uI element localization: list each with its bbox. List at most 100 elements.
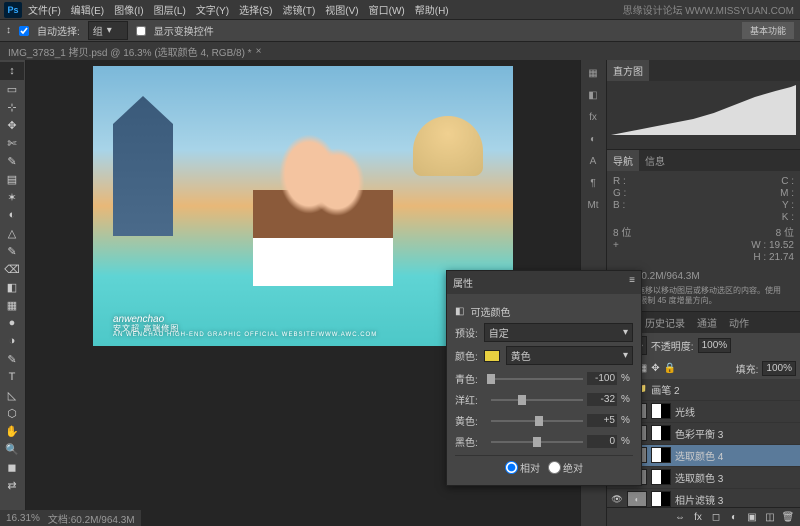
tab-histogram[interactable]: 直方图 [607, 60, 649, 81]
slider-track[interactable] [491, 420, 583, 422]
character-icon[interactable]: A [583, 152, 603, 170]
layer-row[interactable]: 👁◐相片滤镜 3 [607, 489, 800, 507]
tool-4[interactable]: ✄ [0, 134, 24, 152]
adjustments-icon[interactable]: ◐ [583, 130, 603, 148]
relative-radio[interactable]: 相对 [505, 460, 540, 475]
tool-17[interactable]: T [0, 368, 24, 386]
tab-nav[interactable]: 导航 [607, 150, 639, 171]
tool-6[interactable]: ▤ [0, 170, 24, 188]
mask-thumb[interactable] [651, 447, 671, 463]
menu-image[interactable]: 图像(I) [110, 0, 147, 19]
mask-thumb[interactable] [651, 491, 671, 507]
tool-13[interactable]: ▦ [0, 296, 24, 314]
workspace-switcher[interactable]: 基本功能 [742, 22, 794, 39]
opacity-input[interactable]: 100% [698, 338, 732, 353]
styles-icon[interactable]: fx [583, 108, 603, 126]
tool-10[interactable]: ✎ [0, 242, 24, 260]
fill-input[interactable]: 100% [762, 361, 796, 376]
zoom-level[interactable]: 16.31% [6, 513, 40, 524]
slider-track[interactable] [491, 441, 583, 443]
tool-5[interactable]: ✎ [0, 152, 24, 170]
tool-7[interactable]: ✶ [0, 188, 24, 206]
new-layer-icon[interactable]: ◫ [762, 510, 778, 524]
layers-footer: ⇔ fx ◻ ◐ ▣ ◫ 🗑 [607, 507, 800, 526]
adjustment-layer-icon[interactable]: ◐ [726, 510, 742, 524]
slider-track[interactable] [491, 378, 583, 380]
menu-help[interactable]: 帮助(H) [411, 0, 453, 19]
tool-8[interactable]: ◐ [0, 206, 24, 224]
link-layers-icon[interactable]: ⇔ [672, 510, 688, 524]
slider-row: 青色:-100% [455, 371, 633, 386]
tab-history[interactable]: 历史记录 [639, 312, 691, 333]
doc-size: 文档:60.2M/964.3M [48, 511, 135, 526]
layer-group-icon[interactable]: ▣ [744, 510, 760, 524]
slider-value[interactable]: -32 [587, 393, 617, 406]
menu-view[interactable]: 视图(V) [321, 0, 362, 19]
tool-12[interactable]: ◧ [0, 278, 24, 296]
visibility-icon[interactable]: 👁 [611, 493, 623, 505]
tool-3[interactable]: ✥ [0, 116, 24, 134]
delete-layer-icon[interactable]: 🗑 [780, 510, 796, 524]
menu-type[interactable]: 文字(Y) [192, 0, 233, 19]
mask-thumb[interactable] [651, 425, 671, 441]
tab-channels[interactable]: 通道 [691, 312, 723, 333]
tool-9[interactable]: △ [0, 224, 24, 242]
preset-dropdown[interactable]: 自定▾ [484, 323, 633, 342]
slider-value[interactable]: -100 [587, 372, 617, 385]
status-bar: 16.31% 文档:60.2M/964.3M [0, 510, 141, 526]
layer-name: 画笔 2 [651, 382, 679, 397]
tool-18[interactable]: ◺ [0, 386, 24, 404]
layer-name: 光线 [675, 404, 695, 419]
auto-select-dropdown[interactable]: 组▾ [88, 21, 128, 40]
selective-color-icon: ◧ [455, 306, 464, 317]
tool-16[interactable]: ✎ [0, 350, 24, 368]
tool-2[interactable]: ⊹ [0, 98, 24, 116]
panel-menu-icon[interactable]: ≡ [629, 275, 635, 290]
slider-value[interactable]: +5 [587, 414, 617, 427]
absolute-radio[interactable]: 绝对 [548, 460, 583, 475]
tool-20[interactable]: ✋ [0, 422, 24, 440]
menu-layer[interactable]: 图层(L) [150, 0, 190, 19]
color-icon[interactable]: ◧ [583, 86, 603, 104]
paragraph-icon[interactable]: ¶ [583, 174, 603, 192]
tool-1[interactable]: ▭ [0, 80, 24, 98]
tab-actions[interactable]: 动作 [723, 312, 755, 333]
auto-select-checkbox[interactable] [19, 26, 29, 36]
mask-thumb[interactable] [651, 469, 671, 485]
menu-select[interactable]: 选择(S) [235, 0, 276, 19]
tool-14[interactable]: ● [0, 314, 24, 332]
show-transform-checkbox[interactable] [136, 26, 146, 36]
tool-0[interactable]: ↕ [0, 62, 24, 80]
layer-fx-icon[interactable]: fx [690, 510, 706, 524]
mask-thumb[interactable] [651, 403, 671, 419]
color-swatch [484, 350, 500, 362]
tab-info[interactable]: 信息 [639, 150, 671, 171]
swatches-icon[interactable]: ▦ [583, 64, 603, 82]
tool-21[interactable]: 🔍 [0, 440, 24, 458]
layer-thumb[interactable]: ◐ [627, 491, 647, 507]
tool-11[interactable]: ⌫ [0, 260, 24, 278]
menu-filter[interactable]: 滤镜(T) [279, 0, 320, 19]
layer-name: 选取颜色 3 [675, 470, 723, 485]
layer-mask-icon[interactable]: ◻ [708, 510, 724, 524]
lock-all-icon[interactable]: 🔒 [664, 363, 676, 374]
colors-dropdown[interactable]: 黄色▾ [506, 346, 633, 365]
show-transform-label: 显示变换控件 [154, 23, 214, 38]
slider-value[interactable]: 0 [587, 435, 617, 448]
measure-icon[interactable]: Mt [583, 196, 603, 214]
layer-name: 色彩平衡 3 [675, 426, 723, 441]
options-bar: ↕ 自动选择: 组▾ 显示变换控件 [0, 20, 800, 42]
tool-22[interactable]: ◼ [0, 458, 24, 476]
menu-window[interactable]: 窗口(W) [365, 0, 409, 19]
tool-23[interactable]: ⇄ [0, 476, 24, 494]
menu-file[interactable]: 文件(F) [24, 0, 65, 19]
close-tab-icon[interactable]: × [256, 46, 262, 57]
lock-position-icon[interactable]: ✥ [651, 363, 659, 374]
menu-edit[interactable]: 编辑(E) [67, 0, 108, 19]
slider-row: 黑色:0% [455, 434, 633, 449]
image-watermark: anwenchao 安文超 高端修图 AN WENCHAO HIGH-END G… [113, 314, 377, 338]
tool-15[interactable]: ◑ [0, 332, 24, 350]
slider-track[interactable] [491, 399, 583, 401]
tool-19[interactable]: ⬡ [0, 404, 24, 422]
document-tab[interactable]: IMG_3783_1 拷贝.psd @ 16.3% (选取颜色 4, RGB/8… [8, 44, 261, 59]
